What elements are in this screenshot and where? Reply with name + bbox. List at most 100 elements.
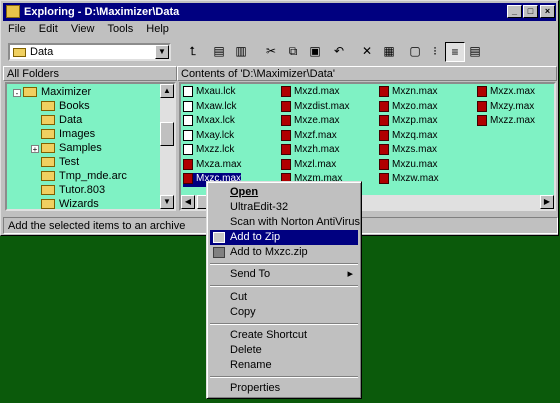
folder-icon [41, 129, 55, 140]
tree-item[interactable]: Test [41, 156, 79, 170]
file-item[interactable]: Mxzy.max [477, 100, 534, 115]
folder-icon [23, 87, 37, 98]
map-drive-icon[interactable]: ▤ [209, 42, 229, 62]
delete-icon[interactable]: ✕ [357, 42, 377, 62]
max-file-icon [379, 158, 389, 170]
max-file-icon [281, 144, 291, 155]
tree-item[interactable]: Tmp_mde.arc [41, 170, 127, 184]
max-file-icon [477, 100, 487, 112]
menu-item-rename[interactable]: Rename [210, 358, 358, 373]
max-file-icon [281, 158, 291, 170]
file-item[interactable]: Mxzw.max [379, 173, 439, 187]
tree-item[interactable]: Samples [41, 142, 102, 156]
folder-icon [41, 199, 55, 209]
tree-item[interactable]: Wizards [41, 198, 99, 209]
file-item[interactable]: Mxzdist.max [281, 100, 350, 115]
file-item[interactable]: Mxzn.max [379, 86, 438, 100]
file-item[interactable]: Mxau.lck [183, 86, 235, 100]
tree-item[interactable]: Maximizer [23, 86, 91, 100]
tree-scrollbar[interactable]: ▲ ▼ [160, 84, 174, 209]
disconnect-drive-icon[interactable]: ▥ [231, 42, 251, 62]
menu-item-open[interactable]: Open [210, 185, 358, 200]
context-menu: Open UltraEdit-32 Scan with Norton AntiV… [206, 181, 362, 399]
menu-item-create-shortcut[interactable]: Create Shortcut [210, 328, 358, 343]
paste-icon[interactable]: ▣ [305, 42, 325, 62]
scroll-up-icon[interactable]: ▲ [160, 84, 174, 98]
menu-item-properties[interactable]: Properties [210, 381, 358, 396]
up-folder-icon[interactable]: ⮤ [183, 42, 203, 62]
file-item[interactable]: Mxzq.max [379, 129, 438, 144]
scroll-right-icon[interactable]: ▶ [540, 195, 554, 209]
menu-separator [210, 323, 358, 325]
file-item[interactable]: Mxax.lck [183, 115, 235, 129]
close-button[interactable]: × [540, 5, 555, 18]
details-icon[interactable]: ▤ [465, 42, 485, 62]
chevron-down-icon[interactable]: ▼ [155, 45, 169, 59]
menu-file[interactable]: File [3, 22, 31, 36]
file-item[interactable]: Mxay.lck [183, 129, 234, 144]
menu-item-scan[interactable]: Scan with Norton AntiVirus [210, 215, 360, 230]
open-folder-icon [41, 115, 55, 126]
title-bar[interactable]: Exploring - D:\Maximizer\Data _ □ × [3, 3, 556, 21]
folder-icon [13, 48, 26, 57]
menu-item-add-to-zip[interactable]: Add to Zip [210, 230, 358, 245]
menu-view[interactable]: View [66, 22, 100, 36]
minimize-button[interactable]: _ [507, 5, 522, 18]
menu-item-copy[interactable]: Copy [210, 305, 358, 320]
file-item[interactable]: Mxzo.max [379, 100, 438, 115]
file-item[interactable]: Mxzh.max [281, 144, 340, 158]
scroll-down-icon[interactable]: ▼ [160, 195, 174, 209]
menu-help[interactable]: Help [141, 22, 174, 36]
menu-item-add-to-mxzc-zip[interactable]: Add to Mxzc.zip [210, 245, 358, 260]
menu-item-send-to[interactable]: Send To ▸ [210, 267, 358, 282]
large-icons-icon[interactable]: ▢ [405, 42, 425, 62]
max-file-icon [379, 173, 389, 184]
tree-item[interactable]: Data [41, 114, 82, 128]
file-item[interactable]: Mxza.max [183, 158, 242, 173]
max-file-icon [281, 115, 291, 126]
tree-item[interactable]: Images [41, 128, 95, 142]
scroll-thumb[interactable] [160, 122, 174, 146]
list-icon[interactable]: ≡ [445, 42, 465, 62]
folder-combo[interactable]: Data ▼ [8, 43, 171, 61]
file-item[interactable]: Mxzs.max [379, 144, 437, 158]
file-item[interactable]: Mxzf.max [281, 129, 337, 144]
menu-item-cut[interactable]: Cut [210, 290, 358, 305]
menu-separator [210, 263, 358, 265]
file-item[interactable]: Mxzp.max [379, 115, 438, 129]
menu-item-delete[interactable]: Delete [210, 343, 358, 358]
file-item[interactable]: Mxzx.max [477, 86, 535, 100]
all-folders-header: All Folders [3, 66, 177, 81]
file-item[interactable]: Mxzu.max [379, 158, 438, 173]
lock-file-icon [183, 144, 193, 155]
undo-icon[interactable]: ↶ [329, 42, 349, 62]
file-item[interactable]: Mxzd.max [281, 86, 340, 100]
menu-edit[interactable]: Edit [34, 22, 63, 36]
expand-icon[interactable]: + [31, 145, 39, 154]
small-icons-icon[interactable]: ⁝ [425, 42, 445, 62]
properties-icon[interactable]: ▦ [379, 42, 399, 62]
maximize-button[interactable]: □ [523, 5, 538, 18]
max-file-icon [183, 173, 193, 184]
menu-item-ultraedit[interactable]: UltraEdit-32 [210, 200, 358, 215]
lock-file-icon [183, 86, 193, 97]
menu-tools[interactable]: Tools [103, 22, 139, 36]
copy-icon[interactable]: ⧉ [283, 42, 303, 62]
cut-icon[interactable]: ✂ [261, 42, 281, 62]
tree-item[interactable]: Tutor.803 [41, 184, 105, 198]
file-item[interactable]: Mxzl.max [281, 158, 336, 173]
file-item[interactable]: Mxaw.lck [183, 100, 237, 115]
max-file-icon [379, 86, 389, 97]
zip-icon [213, 247, 225, 258]
tree-item[interactable]: Books [41, 100, 90, 114]
folder-icon [41, 143, 55, 154]
file-item[interactable]: Mxzz.max [477, 115, 535, 129]
folder-tree: - Maximizer Books Data Images + Samples … [5, 82, 176, 211]
file-item[interactable]: Mxze.max [281, 115, 340, 129]
collapse-icon[interactable]: - [13, 89, 21, 98]
file-item[interactable]: Mxzz.lck [183, 144, 234, 158]
max-file-icon [379, 144, 389, 155]
scroll-left-icon[interactable]: ◀ [181, 195, 195, 209]
max-file-icon [379, 115, 389, 126]
max-file-icon [379, 100, 389, 112]
